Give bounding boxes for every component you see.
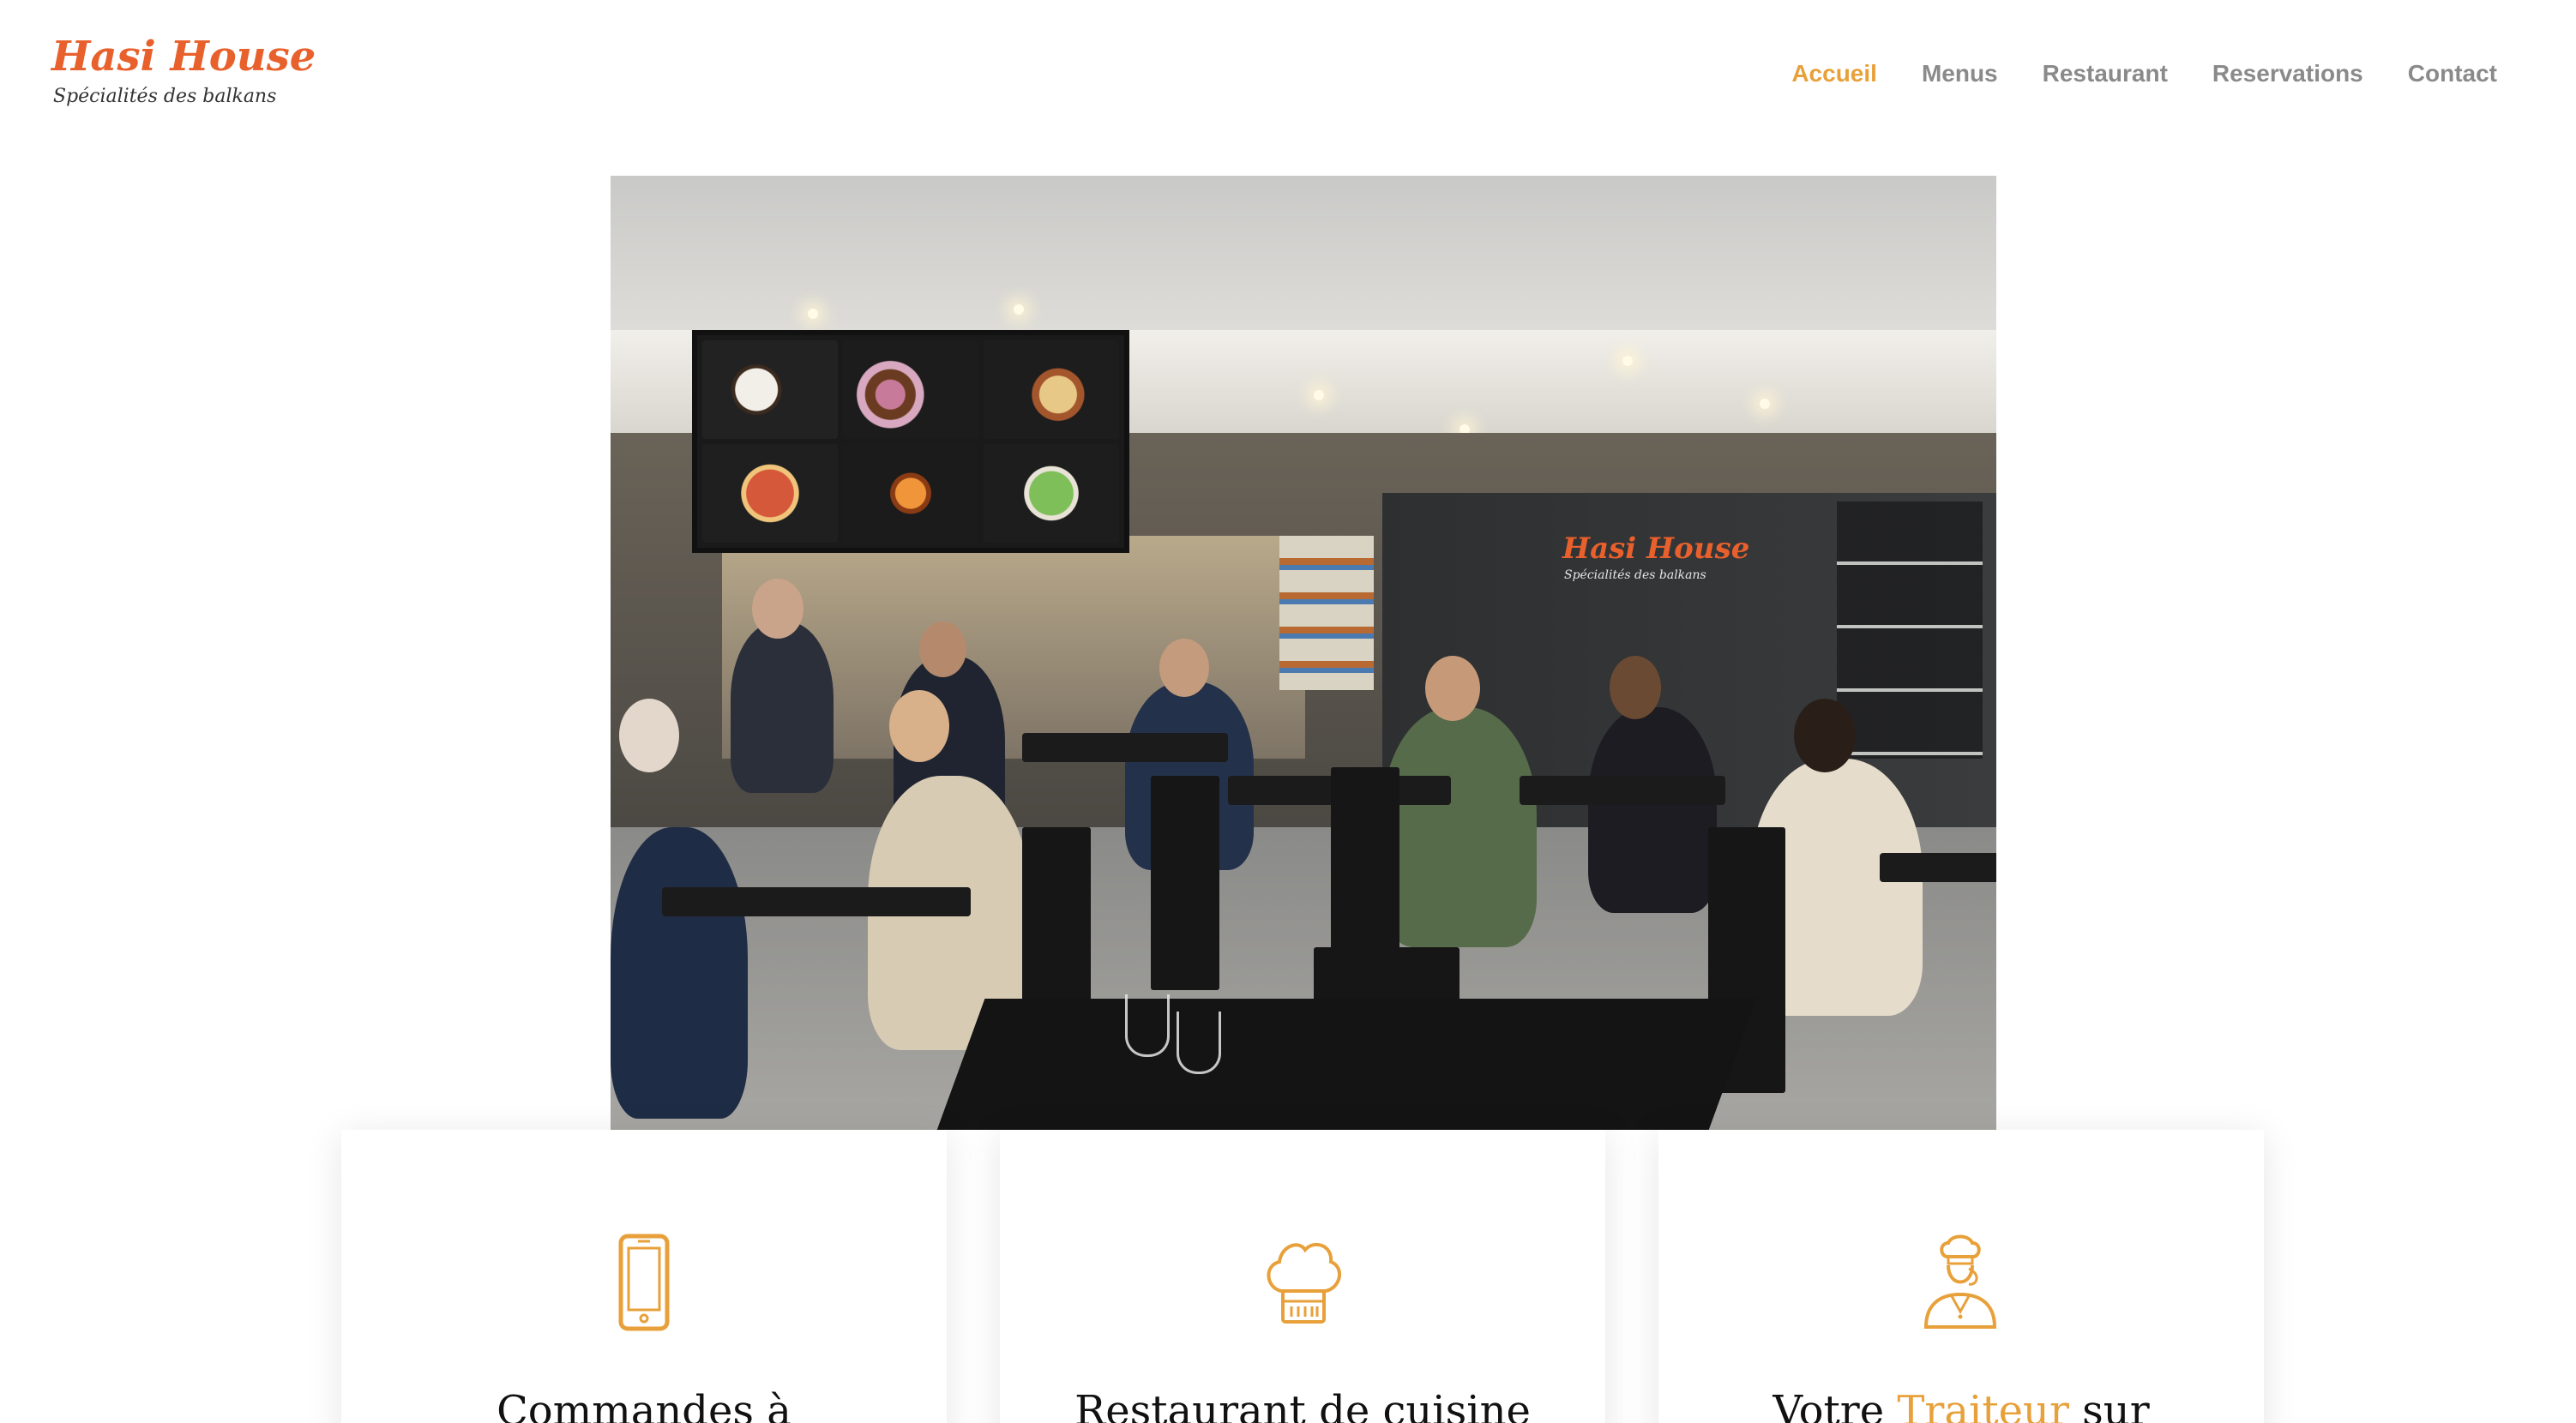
menu-board-tile	[984, 340, 1119, 439]
hero-restaurant-photo: Hasi House Spécialités des balkans	[611, 176, 1996, 1130]
dining-table	[662, 887, 971, 916]
diner	[611, 827, 748, 1119]
card-title-start: Votre	[1773, 1387, 1898, 1423]
wine-glass	[1125, 994, 1170, 1057]
ceiling-light	[1314, 390, 1324, 400]
card-title: Votre Traiteur sur	[1658, 1387, 2264, 1423]
wine-glass	[1177, 1012, 1221, 1074]
drinks-fridge	[1279, 536, 1374, 690]
diner-head	[619, 699, 679, 772]
menu-board-tile	[843, 444, 978, 543]
ceiling-light	[1014, 304, 1024, 315]
dining-table	[1022, 733, 1228, 762]
dining-table	[1520, 776, 1725, 805]
foreground-table	[922, 999, 1757, 1130]
feature-card-restaurant: Restaurant de cuisine	[1000, 1130, 1605, 1423]
site-logo[interactable]: Hasi House Spécialités des balkans	[51, 33, 316, 118]
menu-board-tile	[702, 340, 838, 439]
ceiling-light	[1760, 399, 1770, 409]
smartphone-icon	[618, 1234, 670, 1331]
card-title: Commandes à	[497, 1387, 791, 1423]
dining-table	[1880, 853, 1996, 882]
menu-board-tile	[984, 444, 1119, 543]
chair	[1151, 776, 1219, 990]
chef-person-icon	[1923, 1234, 1997, 1329]
card-title: Restaurant de cuisine	[1074, 1387, 1531, 1423]
diner-head	[889, 690, 949, 762]
nav-item-menus[interactable]: Menus	[1922, 60, 1998, 87]
nav-item-reservations[interactable]: Reservations	[2212, 60, 2363, 87]
nav-item-contact[interactable]: Contact	[2408, 60, 2497, 87]
main-nav: Accueil Menus Restaurant Reservations Co…	[1791, 60, 2497, 87]
menu-board	[692, 330, 1129, 553]
ceiling-light	[808, 309, 818, 319]
wall-sign-tagline: Spécialités des balkans	[1564, 568, 1706, 582]
wine-shelf	[1837, 501, 1983, 759]
nav-item-accueil[interactable]: Accueil	[1791, 60, 1877, 87]
diner-head	[752, 579, 803, 639]
diner	[1382, 707, 1537, 947]
wall-sign-name: Hasi House	[1562, 531, 1750, 566]
feature-card-orders: Commandes à	[341, 1130, 947, 1423]
logo-title: Hasi House	[51, 33, 316, 81]
diner-head	[1610, 656, 1661, 719]
chef-hat-icon	[1267, 1242, 1341, 1324]
card-title-end: sur	[2068, 1387, 2150, 1423]
nav-item-restaurant[interactable]: Restaurant	[2043, 60, 2168, 87]
diner-head	[919, 621, 966, 677]
diner-head	[1425, 656, 1480, 721]
diner-head	[1159, 639, 1209, 697]
ceiling-light	[1622, 356, 1633, 366]
diner	[731, 621, 834, 793]
menu-board-tile	[843, 340, 978, 439]
page: Hasi House Spécialités des balkans Accue…	[0, 0, 2576, 1423]
menu-board-tile	[702, 444, 838, 543]
diner	[1588, 707, 1717, 913]
feature-card-catering: Votre Traiteur sur	[1658, 1130, 2264, 1423]
diner-head	[1794, 699, 1856, 772]
card-title-accent: Traiteur	[1897, 1387, 2069, 1423]
logo-tagline: Spécialités des balkans	[53, 86, 277, 107]
